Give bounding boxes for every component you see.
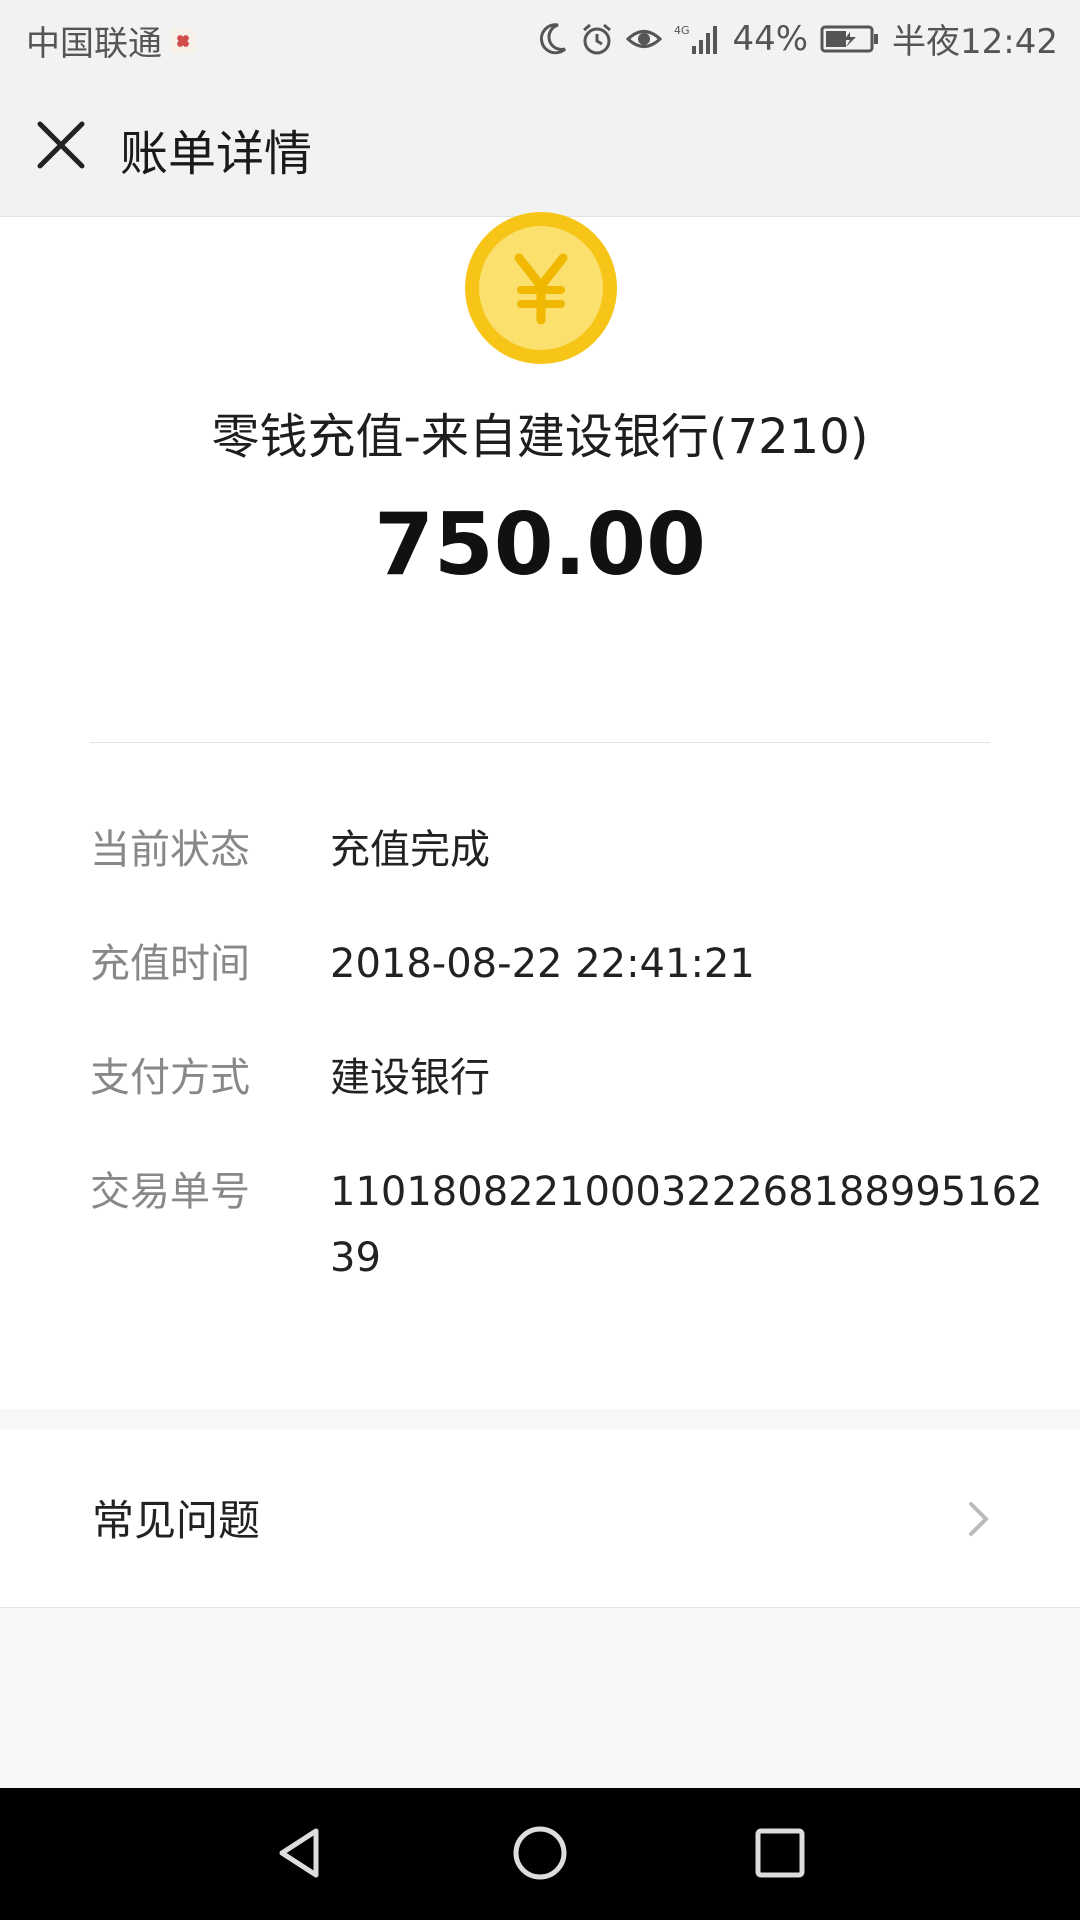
clock: 半夜12:42 <box>892 22 1058 62</box>
detail-label: 充值时间 <box>90 941 250 987</box>
moon-icon <box>540 22 567 54</box>
bill-card: 零钱充值-来自建设银行(7210) 750.00 当前状态 充值完成 充值时间 … <box>0 212 1080 1409</box>
detail-label: 支付方式 <box>90 1055 250 1101</box>
header: 账单详情 <box>0 76 1080 217</box>
amount: 750.00 <box>374 495 706 595</box>
close-icon[interactable] <box>30 114 92 176</box>
back-icon[interactable] <box>270 1823 330 1883</box>
faq-label: 常见问题 <box>92 1496 261 1545</box>
battery-charging-icon <box>820 25 879 52</box>
page-title: 账单详情 <box>120 126 313 182</box>
detail-value: 建设银行 <box>330 1055 490 1101</box>
signal-icon: 4G <box>674 24 718 54</box>
faq-row[interactable]: 常见问题 <box>0 1429 1080 1608</box>
transaction-id[interactable]: 110180822100032226818899516239 <box>330 1159 1050 1291</box>
status-icons: 4G 44% 半夜12:42 <box>538 14 1058 63</box>
bill-title: 零钱充值-来自建设银行(7210) <box>211 409 869 465</box>
recents-icon[interactable] <box>750 1823 810 1883</box>
detail-label: 交易单号 <box>90 1169 250 1215</box>
carrier-name: 中国联通 <box>26 24 162 64</box>
detail-value: 充值完成 <box>330 827 490 873</box>
carrier: 中国联通 <box>26 16 196 65</box>
navigation-bar <box>0 1788 1080 1920</box>
carrier-badge-icon <box>170 27 196 54</box>
eye-icon <box>626 29 663 48</box>
alarm-icon <box>583 23 612 54</box>
svg-text:4G: 4G <box>674 24 690 37</box>
detail-label: 当前状态 <box>90 827 250 873</box>
yuan-icon <box>514 253 568 325</box>
detail-value: 2018-08-22 22:41:21 <box>330 941 755 987</box>
battery-percent: 44% <box>732 18 809 59</box>
home-icon[interactable] <box>510 1823 570 1883</box>
chevron-right-icon <box>969 1502 989 1536</box>
divider <box>90 742 990 743</box>
coin-icon <box>465 212 617 364</box>
status-bar: 中国联通 4G 44% 半夜12:42 <box>0 0 1080 76</box>
